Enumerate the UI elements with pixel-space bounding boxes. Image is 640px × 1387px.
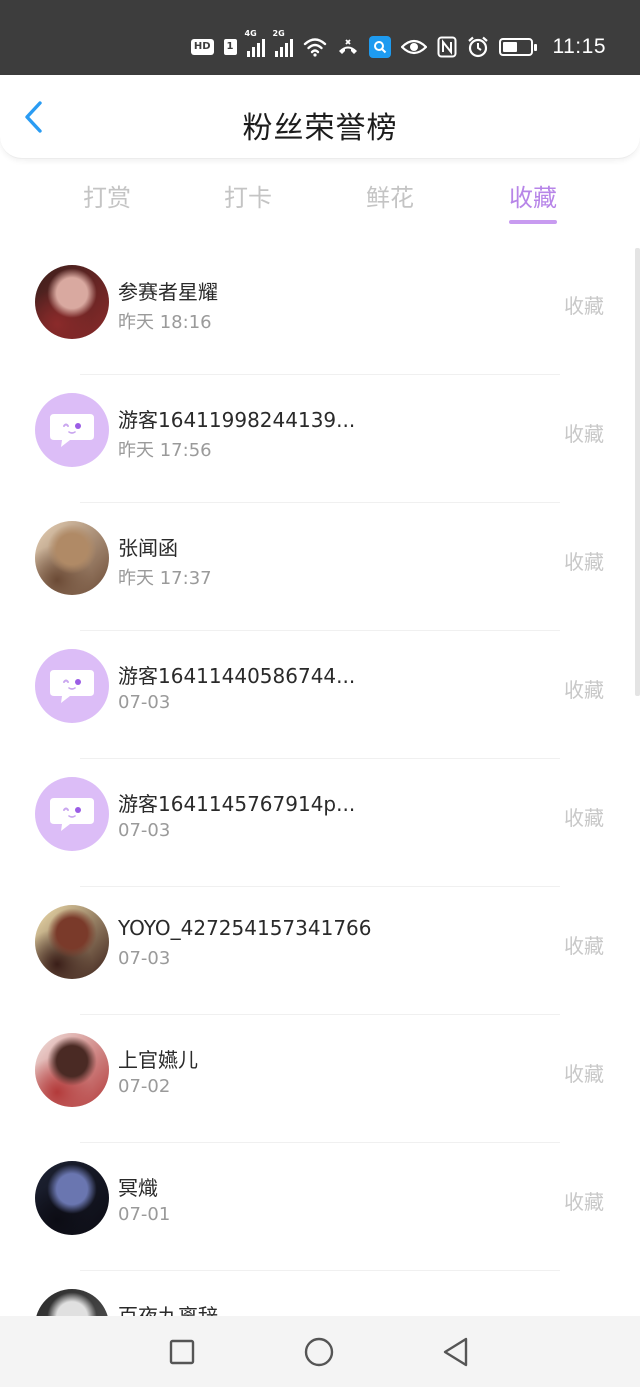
search-app-icon [368, 35, 391, 59]
action-label: 收藏 [564, 1062, 604, 1086]
tab-checkin[interactable]: 打卡 [198, 178, 298, 213]
eye-icon [400, 35, 427, 59]
user-avatar[interactable] [35, 1289, 109, 1316]
page-title: 粉丝荣誉榜 [242, 111, 398, 146]
user-name: 参赛者星耀 [118, 280, 218, 304]
divider [80, 374, 560, 375]
user-name: 百夜九离辞 [118, 1304, 218, 1316]
list-item[interactable]: 参赛者星耀昨天 18:16 收藏 [0, 246, 640, 374]
action-label: 收藏 [564, 550, 604, 574]
back-triangle-icon [443, 1337, 468, 1367]
home-circle-icon [304, 1337, 334, 1367]
signal-2g-label: 2G [272, 29, 285, 38]
wifi-icon [303, 35, 327, 59]
divider [80, 1270, 560, 1271]
guest-avatar[interactable] [35, 777, 109, 851]
timestamp: 昨天 17:37 [118, 568, 212, 589]
user-avatar[interactable] [35, 521, 109, 595]
alarm-icon [467, 35, 489, 59]
timestamp: 07-01 [118, 1204, 171, 1225]
recent-apps-button[interactable] [166, 1336, 198, 1368]
list-item[interactable]: 游客16411440586744... 07-03 收藏 [0, 630, 640, 758]
divider [80, 630, 560, 631]
divider [80, 758, 560, 759]
guest-avatar[interactable] [35, 649, 109, 723]
tab-favorites[interactable]: 收藏 [483, 178, 583, 224]
user-name: YOYO_427254157341766 [118, 916, 372, 940]
signal-4g-label: 4G [244, 29, 257, 38]
action-label: 收藏 [564, 422, 604, 446]
status-time: 11:15 [552, 35, 606, 58]
user-name: 冥熾 [118, 1176, 158, 1200]
timestamp: 昨天 18:16 [118, 312, 212, 333]
active-tab-indicator [509, 220, 557, 224]
user-name: 游客1641145767914p... [118, 792, 356, 816]
action-label: 收藏 [564, 678, 604, 702]
hd-label: HD [190, 39, 214, 55]
chat-bubble-icon [50, 414, 94, 447]
recent-apps-square-icon [169, 1339, 195, 1365]
user-name: 上官嬿儿 [118, 1048, 198, 1072]
list-item[interactable]: 冥熾 07-01 收藏 [0, 1142, 640, 1270]
divider [80, 1142, 560, 1143]
chat-bubble-icon [50, 670, 94, 703]
nfc-icon [437, 35, 457, 59]
list-item[interactable]: 游客1641145767914p... 07-03 收藏 [0, 758, 640, 886]
action-label: 收藏 [564, 294, 604, 318]
action-label: 收藏 [564, 1190, 604, 1214]
user-name: 游客16411998244139... [118, 408, 356, 432]
header: 粉丝荣誉榜 [0, 75, 640, 159]
tab-favorites-label: 收藏 [509, 184, 557, 212]
list-item[interactable]: 游客16411998244139... 昨天 17:56 收藏 [0, 374, 640, 502]
sim-label: 1 [223, 39, 237, 55]
guest-avatar[interactable] [35, 393, 109, 467]
scrollbar[interactable] [635, 248, 640, 696]
action-label: 收藏 [564, 806, 604, 830]
timestamp: 昨天 17:56 [118, 440, 212, 461]
tab-flowers[interactable]: 鲜花 [340, 178, 440, 213]
user-name: 张闻函 [118, 536, 178, 560]
home-button[interactable] [303, 1336, 335, 1368]
signal-2g-icon: 2G [273, 29, 293, 57]
list-item[interactable]: 百夜九离辞收藏 [0, 1270, 640, 1316]
tab-bar: 打赏 打卡 鲜花 收藏 [0, 158, 640, 246]
battery-icon [498, 35, 537, 59]
timestamp: 07-03 [118, 948, 171, 969]
status-icons: HD 1 4G 2G 11:15 [190, 29, 606, 64]
divider [80, 502, 560, 503]
timestamp: 07-03 [118, 692, 171, 713]
battery-level [502, 42, 517, 52]
divider [80, 1014, 560, 1015]
call-icon [337, 35, 359, 59]
signal-4g-icon: 4G [245, 29, 265, 57]
system-nav-bar [0, 1316, 640, 1387]
hd-badge-icon: HD [190, 35, 214, 59]
tab-tips[interactable]: 打赏 [57, 178, 157, 213]
sim-1-icon: 1 [223, 35, 237, 59]
list-item[interactable]: 上官嬿儿 07-02 收藏 [0, 1014, 640, 1142]
list-item[interactable]: YOYO_427254157341766 07-03 收藏 [0, 886, 640, 1014]
user-avatar[interactable] [35, 905, 109, 979]
timestamp: 07-02 [118, 1076, 171, 1097]
fan-list[interactable]: 参赛者星耀 昨天 18:16 收藏 游客16411998244139... 昨天 17:… [0, 246, 640, 1316]
back-nav-button[interactable] [440, 1336, 472, 1368]
status-bar: HD 1 4G 2G 11:15 [0, 0, 640, 75]
user-avatar[interactable] [35, 1161, 109, 1235]
chat-bubble-icon [50, 798, 94, 831]
list-item[interactable]: 张闻函昨天 17:37 收藏 [0, 502, 640, 630]
user-avatar[interactable] [35, 1033, 109, 1107]
timestamp: 07-03 [118, 820, 171, 841]
user-name: 游客16411440586744... [118, 664, 356, 688]
user-avatar[interactable] [35, 265, 109, 339]
divider [80, 886, 560, 887]
action-label: 收藏 [564, 934, 604, 958]
